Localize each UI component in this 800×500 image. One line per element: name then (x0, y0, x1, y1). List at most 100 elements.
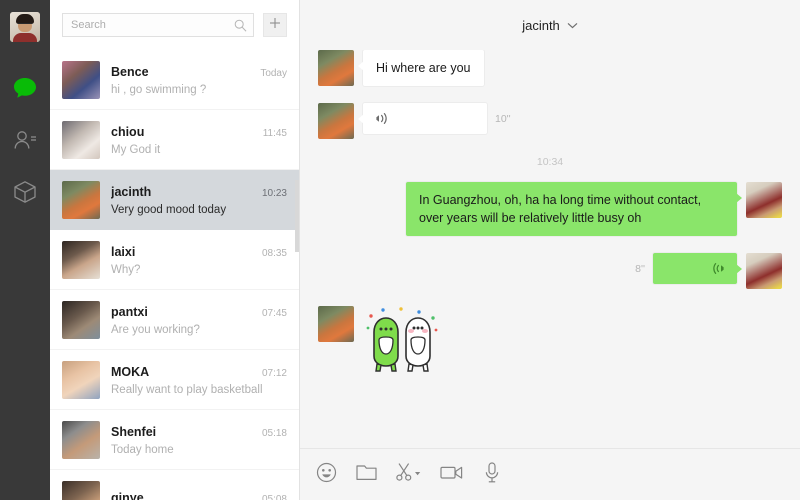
emoji-button[interactable] (314, 462, 338, 487)
list-item[interactable]: laixi 08:35 Why? (50, 230, 299, 290)
search-input[interactable] (71, 19, 234, 31)
sticker-message[interactable] (363, 306, 441, 378)
list-item-time: 11:45 (262, 127, 287, 139)
list-item-name: Shenfei (111, 424, 157, 439)
avatar[interactable] (746, 182, 782, 218)
list-item-time: 05:08 (261, 493, 287, 500)
wechat-window: Bence Today hi , go swimming ? chiou 11:45 My… (0, 0, 800, 500)
list-item-top-row: Bence Today (111, 65, 287, 79)
list-item-meta: MOKA 07:12 Really want to play basketball (111, 365, 287, 396)
list-item-top-row: laixi 08:35 (111, 245, 287, 259)
list-item-name: laixi (111, 244, 136, 259)
scissors-icon (396, 462, 422, 487)
page-title: jacinth (522, 17, 560, 33)
list-item[interactable]: qinye 05:08 (50, 470, 299, 500)
list-item-top-row: qinye 05:08 (111, 491, 287, 500)
message-bubble-wrap: In Guangzhou, oh, ha ha long time withou… (406, 182, 746, 236)
chat-list-scrollbar[interactable] (295, 180, 299, 252)
list-item-preview: Really want to play basketball (111, 383, 263, 396)
sound-wave-icon (713, 262, 724, 275)
avatar[interactable] (62, 61, 100, 99)
contacts-icon (13, 129, 37, 151)
avatar[interactable] (62, 181, 100, 219)
avatar[interactable] (62, 121, 100, 159)
list-item-top-row: Shenfei 05:18 (111, 425, 287, 439)
list-item-meta: laixi 08:35 Why? (111, 245, 287, 276)
chevron-down-icon[interactable] (567, 16, 578, 34)
list-item-preview: My God it (111, 143, 161, 156)
folder-icon (355, 463, 377, 487)
avatar[interactable] (62, 241, 100, 279)
conversation-header: jacinth (300, 0, 800, 50)
list-item-top-row: chiou 11:45 (111, 125, 287, 139)
message-bubble-wrap: 8'' (627, 253, 746, 284)
message-in (318, 306, 782, 378)
list-item-preview: hi , go swimming ? (111, 83, 207, 96)
list-item-time: 07:45 (261, 307, 287, 319)
message-bubble-wrap: 10'' (354, 103, 519, 134)
chat-bubble-icon (13, 77, 37, 99)
list-item-meta: Bence Today hi , go swimming ? (111, 65, 287, 96)
list-item-preview: Are you working? (111, 323, 200, 336)
list-item-time: Today (260, 67, 287, 79)
search-icon (234, 19, 247, 32)
voice-message-bubble[interactable] (653, 253, 742, 284)
screenshot-button[interactable] (394, 463, 424, 487)
list-item-time: 08:35 (261, 247, 287, 259)
box-icon (13, 180, 37, 204)
avatar[interactable] (318, 103, 354, 139)
voice-duration: 10'' (495, 112, 511, 125)
add-conversation-button[interactable] (263, 13, 287, 37)
avatar[interactable] (746, 253, 782, 289)
list-item-name: Bence (111, 64, 149, 79)
two-characters-sticker (366, 307, 438, 372)
list-item-preview: Why? (111, 263, 141, 276)
voice-button[interactable] (480, 461, 504, 488)
microphone-icon (484, 461, 500, 488)
message-bubble-wrap (354, 306, 441, 378)
avatar[interactable] (318, 306, 354, 342)
list-item[interactable]: jacinth 10:23 Very good mood today (50, 170, 299, 230)
sidebar-item-contacts[interactable] (5, 120, 45, 160)
voice-message-bubble[interactable] (358, 103, 487, 134)
composer-toolbar (300, 448, 800, 500)
voice-duration: 8'' (635, 262, 645, 275)
sound-wave-icon (376, 112, 387, 125)
sidebar-item-chats[interactable] (5, 68, 45, 108)
chat-list-pane: Bence Today hi , go swimming ? chiou 11:45 My… (50, 0, 300, 500)
list-item[interactable]: pantxi 07:45 Are you working? (50, 290, 299, 350)
video-call-icon (440, 464, 464, 486)
message-bubble-wrap: Hi where are you (354, 50, 484, 86)
list-item-name: MOKA (111, 364, 150, 379)
chat-list[interactable]: Bence Today hi , go swimming ? chiou 11:45 My… (50, 50, 299, 500)
message-in: 10'' (318, 103, 782, 139)
sidebar-item-favorites[interactable] (5, 172, 45, 212)
list-item[interactable]: Shenfei 05:18 Today home (50, 410, 299, 470)
avatar[interactable] (318, 50, 354, 86)
file-button[interactable] (354, 463, 378, 487)
video-button[interactable] (440, 463, 464, 487)
list-item-time: 05:18 (261, 427, 287, 439)
message-bubble[interactable]: In Guangzhou, oh, ha ha long time withou… (406, 182, 742, 236)
list-item-top-row: pantxi 07:45 (111, 305, 287, 319)
search-box[interactable] (62, 13, 254, 37)
message-bubble[interactable]: Hi where are you (358, 50, 484, 86)
list-item[interactable]: chiou 11:45 My God it (50, 110, 299, 170)
message-list: Hi where are you 10'' 10:34 In Guangzhou, o… (300, 50, 800, 448)
list-item-preview: Very good mood today (111, 203, 227, 216)
list-item-top-row: jacinth 10:23 (111, 185, 287, 199)
list-item[interactable]: Bence Today hi , go swimming ? (50, 50, 299, 110)
message-in: Hi where are you (318, 50, 782, 86)
avatar[interactable] (62, 361, 100, 399)
avatar[interactable] (62, 481, 100, 500)
conversation-pane: jacinth Hi where are you 10'' 10:34 In Guan… (300, 0, 800, 500)
avatar[interactable] (10, 12, 40, 42)
avatar[interactable] (62, 421, 100, 459)
list-item-name: jacinth (111, 184, 152, 199)
list-item[interactable]: MOKA 07:12 Really want to play basketball (50, 350, 299, 410)
list-item-name: pantxi (111, 304, 148, 319)
nav-rail (0, 0, 50, 500)
search-row (50, 0, 299, 50)
avatar[interactable] (62, 301, 100, 339)
list-item-meta: jacinth 10:23 Very good mood today (111, 185, 287, 216)
